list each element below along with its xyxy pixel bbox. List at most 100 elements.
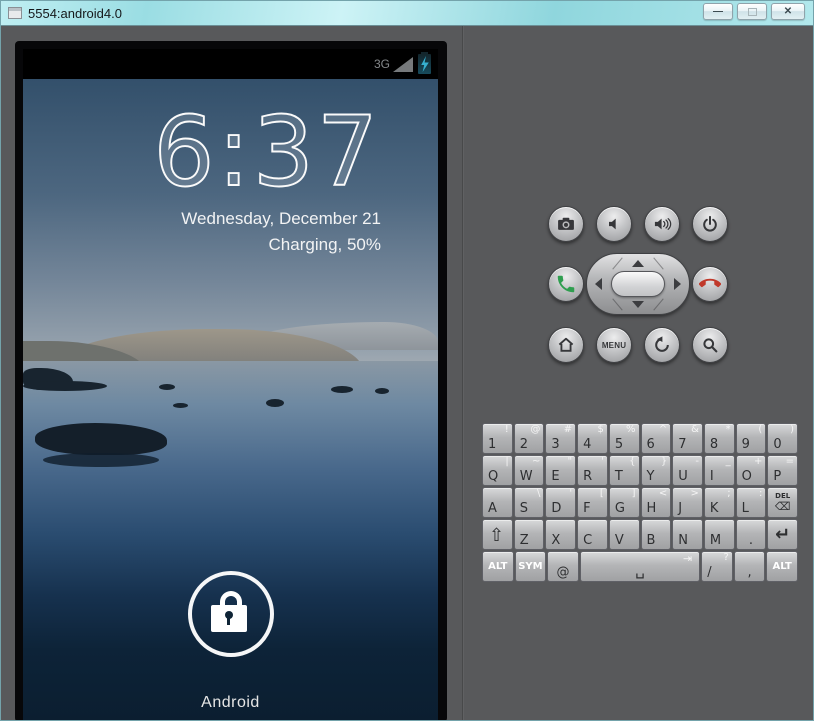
close-button[interactable]: ✕ xyxy=(771,3,805,20)
key-period[interactable]: . xyxy=(735,519,767,550)
search-button[interactable] xyxy=(692,327,728,363)
key-r[interactable]: R ' xyxy=(577,455,608,486)
key-alt-label: [ xyxy=(599,488,604,499)
key-alt-label: ' xyxy=(601,456,604,467)
wallpaper-rock xyxy=(375,388,389,394)
menu-label: MENU xyxy=(601,340,627,350)
phone-screen[interactable]: 3G 6:37 Wednesday, December 21 Charging,… xyxy=(23,49,438,720)
key-label: O xyxy=(741,469,752,484)
key-k[interactable]: K; xyxy=(703,487,735,518)
key-y[interactable]: Y} xyxy=(640,455,672,486)
key-label: 9 xyxy=(741,437,750,452)
key-7[interactable]: 7 & xyxy=(672,423,703,454)
call-icon xyxy=(555,273,577,295)
key-label: U xyxy=(678,469,688,484)
key-sym[interactable]: SYM xyxy=(514,551,547,582)
panel-divider xyxy=(462,26,463,720)
dpad[interactable] xyxy=(586,253,690,315)
key-alt-label: ' xyxy=(569,488,573,499)
network-type-label: 3G xyxy=(373,57,390,71)
key-p[interactable]: P = xyxy=(767,455,799,486)
key-v[interactable]: V xyxy=(608,519,640,550)
key-0[interactable]: 0) xyxy=(767,423,799,454)
key-f[interactable]: F[ xyxy=(577,487,608,518)
home-button[interactable] xyxy=(548,327,584,363)
dpad-up-icon[interactable] xyxy=(632,260,644,267)
key-label: B xyxy=(646,533,656,548)
volume-up-button[interactable] xyxy=(644,206,680,242)
key-label: 2 xyxy=(519,437,528,452)
window-controls: — ✕ xyxy=(703,3,805,20)
end-call-button[interactable] xyxy=(692,266,728,302)
key-s[interactable]: S \ xyxy=(513,487,545,518)
key-slash[interactable]: /? xyxy=(701,551,733,582)
clock-block: 6:37 Wednesday, December 21 Charging, 50… xyxy=(152,103,381,255)
power-button[interactable] xyxy=(692,206,728,242)
maximize-button[interactable] xyxy=(737,3,767,20)
minimize-icon: — xyxy=(713,6,723,17)
key-label: J xyxy=(678,501,683,516)
key-m[interactable]: M xyxy=(703,519,735,550)
power-icon xyxy=(700,214,720,234)
phone-bezel: 3G 6:37 Wednesday, December 21 Charging,… xyxy=(15,41,447,720)
key-1[interactable]: 1! xyxy=(482,423,513,454)
dpad-right-icon[interactable] xyxy=(674,278,681,290)
key-alt-left[interactable]: ALT xyxy=(482,551,514,582)
key-del[interactable]: DEL ⌫ xyxy=(767,487,799,518)
key-b[interactable]: B xyxy=(640,519,672,550)
menu-button[interactable]: MENU xyxy=(596,327,632,363)
key-enter[interactable]: ↵ xyxy=(767,519,799,550)
key-o[interactable]: O + xyxy=(735,455,767,486)
key-space[interactable]: ␣ ⇥ xyxy=(579,551,701,582)
call-button[interactable] xyxy=(548,266,584,302)
back-button[interactable] xyxy=(644,327,680,363)
key-l[interactable]: L: xyxy=(735,487,767,518)
volume-down-icon xyxy=(604,214,624,234)
key-alt-label: @ xyxy=(530,424,541,435)
key-alt-right[interactable]: ALT xyxy=(766,551,798,582)
key-h[interactable]: H < xyxy=(640,487,672,518)
key-shift[interactable]: ⇧ xyxy=(482,519,513,550)
key-n[interactable]: N xyxy=(672,519,703,550)
key-5[interactable]: 5% xyxy=(608,423,640,454)
key-4[interactable]: 4 $ xyxy=(577,423,608,454)
key-t[interactable]: T{ xyxy=(608,455,640,486)
key-alt-label: \ xyxy=(537,488,541,499)
key-label: SYM xyxy=(518,560,543,572)
key-alt-label: ( xyxy=(758,424,763,435)
title-bar[interactable]: 5554:android4.0 — ✕ xyxy=(1,1,813,26)
dpad-center-button[interactable] xyxy=(611,271,665,297)
key-label: P xyxy=(773,469,782,484)
key-x[interactable]: X xyxy=(545,519,577,550)
key-alt-label: ~ xyxy=(532,456,541,467)
key-e[interactable]: E " xyxy=(545,455,577,486)
window-title: 5554:android4.0 xyxy=(28,5,122,21)
key-label: T xyxy=(614,469,623,484)
key-comma[interactable]: , xyxy=(733,551,766,582)
key-z[interactable]: Z xyxy=(513,519,545,550)
key-u[interactable]: U- xyxy=(672,455,703,486)
minimize-button[interactable]: — xyxy=(703,3,733,20)
key-alt-label: % xyxy=(626,424,636,435)
key-6[interactable]: 6 ^ xyxy=(640,423,672,454)
key-9[interactable]: 9( xyxy=(735,423,767,454)
key-label: W xyxy=(519,469,533,484)
key-d[interactable]: D ' xyxy=(545,487,577,518)
key-g[interactable]: G] xyxy=(608,487,640,518)
key-3[interactable]: 3 # xyxy=(545,423,577,454)
key-c[interactable]: C xyxy=(577,519,608,550)
volume-down-button[interactable] xyxy=(596,206,632,242)
key-a[interactable]: A xyxy=(482,487,513,518)
key-label: 1 xyxy=(488,437,497,452)
camera-button[interactable] xyxy=(548,206,584,242)
key-q[interactable]: Q | xyxy=(482,455,513,486)
key-8[interactable]: 8 * xyxy=(703,423,735,454)
key-j[interactable]: J > xyxy=(672,487,703,518)
key-at[interactable]: @ xyxy=(547,551,579,582)
key-2[interactable]: 2 @ xyxy=(513,423,545,454)
key-i[interactable]: I _ xyxy=(703,455,735,486)
key-w[interactable]: W ~ xyxy=(513,455,545,486)
unlock-handle[interactable] xyxy=(187,571,274,657)
dpad-left-icon[interactable] xyxy=(595,278,602,290)
dpad-down-icon[interactable] xyxy=(632,301,644,308)
